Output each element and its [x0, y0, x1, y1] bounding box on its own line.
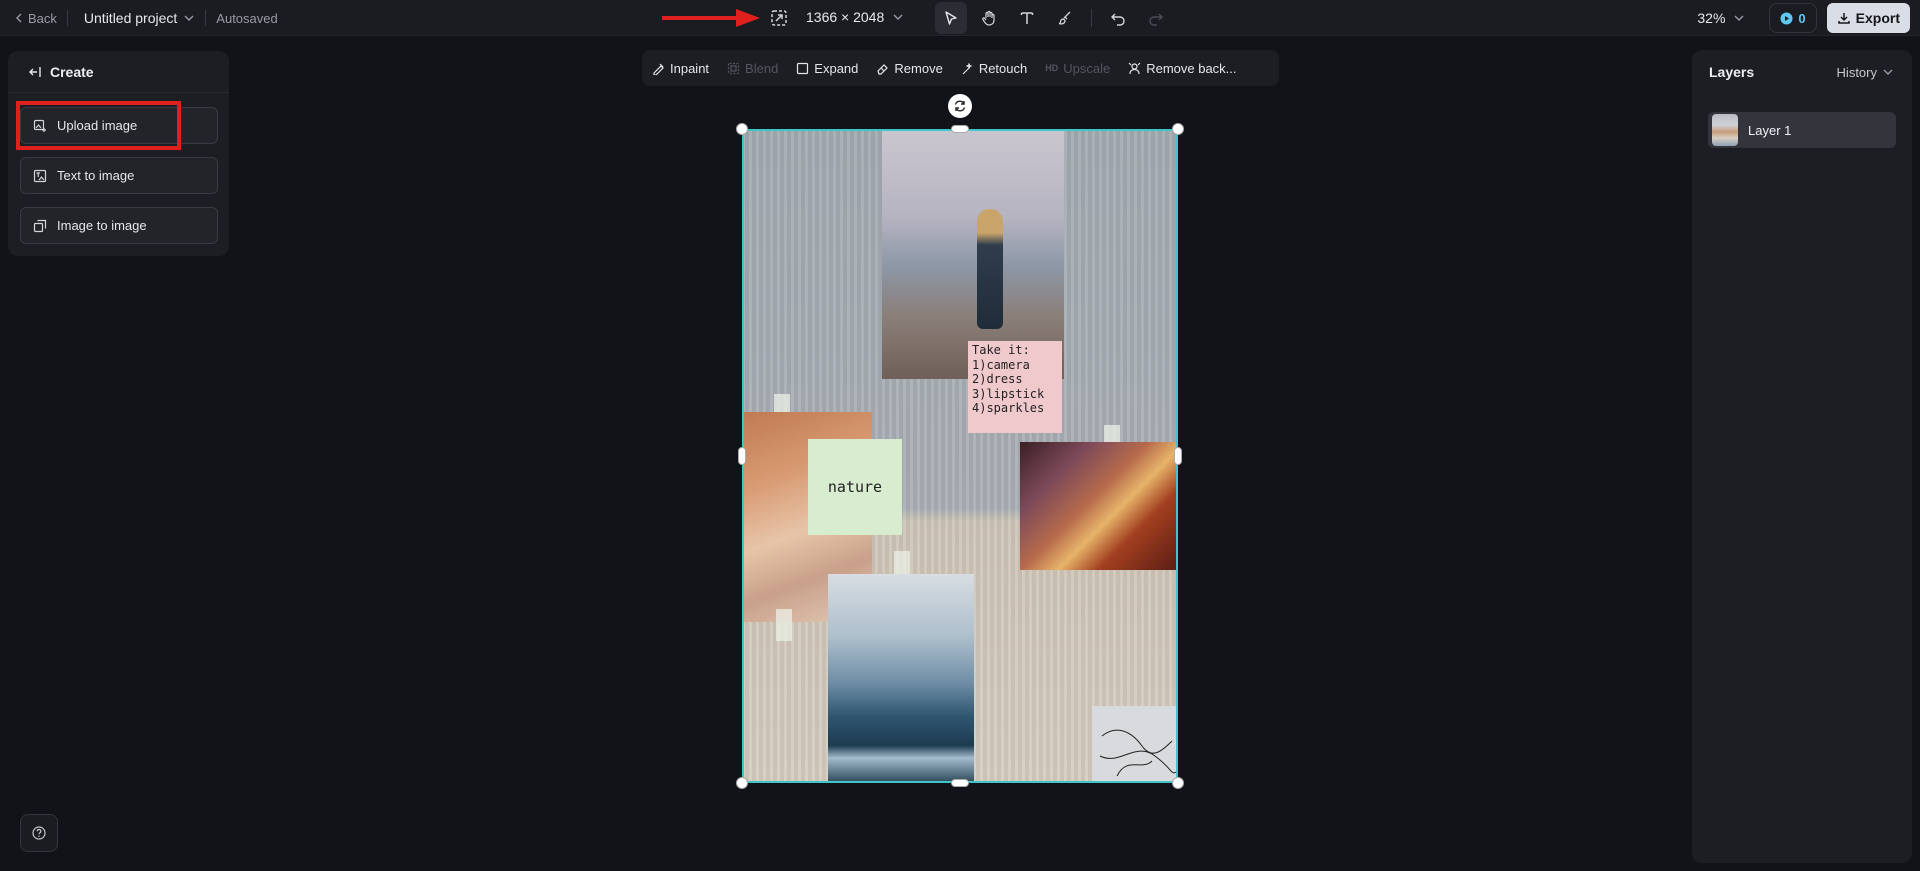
- select-tool[interactable]: [935, 2, 967, 34]
- expand-icon: [797, 62, 809, 74]
- export-button[interactable]: Export: [1826, 3, 1910, 33]
- redo-button[interactable]: [1140, 2, 1172, 34]
- red-highlight-annotation: [16, 101, 181, 150]
- layer-label: Layer 1: [1748, 122, 1792, 138]
- save-status: Autosaved: [216, 10, 278, 26]
- rotate-handle[interactable]: [948, 94, 972, 118]
- brush-tool[interactable]: [1049, 2, 1081, 34]
- rotate-icon: [954, 100, 966, 112]
- expand-label: Expand: [814, 60, 859, 76]
- remove-background-button[interactable]: Remove back...: [1128, 60, 1237, 76]
- hd-badge: HD: [1045, 63, 1059, 73]
- project-name: Untitled project: [83, 10, 178, 26]
- export-label: Export: [1855, 10, 1900, 26]
- image-to-image-button[interactable]: Image to image: [20, 207, 218, 244]
- history-dropdown[interactable]: History: [1837, 65, 1894, 80]
- blend-icon: [727, 62, 740, 74]
- undo-button[interactable]: [1102, 2, 1134, 34]
- remove-background-icon: [1128, 62, 1141, 74]
- edit-toolbar: Inpaint Blend Expand Remove Retouch HD U…: [642, 50, 1279, 86]
- zoom-level: 32%: [1697, 10, 1726, 26]
- collapse-panel-icon[interactable]: [28, 65, 42, 79]
- eraser-icon: [877, 63, 889, 75]
- layer-thumbnail: [1712, 114, 1738, 146]
- top-bar: Back Untitled project Autosaved 1366 × 2…: [0, 0, 1920, 36]
- tool-group: [935, 2, 1172, 34]
- credits-button[interactable]: 0: [1769, 3, 1817, 33]
- redo-icon: [1149, 13, 1163, 26]
- retouch-icon: [962, 62, 973, 74]
- brush-icon: [1058, 11, 1071, 25]
- canvas-size: 1366 × 2048: [806, 9, 885, 25]
- chevron-down-icon: [893, 14, 903, 20]
- blend-button[interactable]: Blend: [727, 61, 778, 76]
- cursor-icon: [945, 11, 957, 25]
- download-icon: [1837, 13, 1850, 24]
- remove-background-label: Remove back...: [1146, 60, 1237, 76]
- credits-count: 0: [1798, 10, 1806, 26]
- inpaint-label: Inpaint: [670, 60, 710, 76]
- chevron-down-icon: [184, 15, 194, 21]
- project-name-dropdown[interactable]: Untitled project: [84, 10, 195, 26]
- red-arrow-annotation: [662, 9, 760, 27]
- resize-handle-left[interactable]: [738, 447, 746, 465]
- resize-handle-top-left[interactable]: [736, 123, 748, 135]
- back-label: Back: [28, 10, 57, 26]
- resize-handle-bottom[interactable]: [951, 779, 969, 787]
- undo-icon: [1111, 13, 1125, 26]
- resize-handle-bottom-left[interactable]: [736, 777, 748, 789]
- selection-border: [742, 129, 1178, 783]
- canvas-size-dropdown[interactable]: 1366 × 2048: [806, 9, 904, 25]
- resize-handle-top[interactable]: [951, 125, 969, 133]
- chevron-down-icon: [1883, 69, 1893, 75]
- resize-handle-right[interactable]: [1174, 447, 1182, 465]
- image-to-image-label: Image to image: [57, 218, 147, 233]
- help-button[interactable]: [20, 814, 58, 852]
- zoom-dropdown[interactable]: 32%: [1697, 10, 1745, 26]
- image-to-image-icon: [33, 219, 47, 232]
- hand-tool[interactable]: [973, 2, 1005, 34]
- resize-handle-bottom-right[interactable]: [1172, 777, 1184, 789]
- remove-label: Remove: [894, 60, 943, 76]
- inpaint-icon: [653, 63, 664, 75]
- chevron-down-icon: [1734, 15, 1744, 21]
- hand-icon: [982, 10, 995, 26]
- text-to-image-button[interactable]: Text to image: [20, 157, 218, 194]
- canvas-resize-icon[interactable]: [770, 9, 788, 27]
- text-icon: [1020, 12, 1034, 24]
- layer-item[interactable]: Layer 1: [1708, 112, 1896, 148]
- history-label: History: [1836, 64, 1877, 80]
- text-to-image-label: Text to image: [57, 168, 135, 183]
- layers-panel: Layers History Layer 1: [1692, 50, 1912, 863]
- inpaint-button[interactable]: Inpaint: [652, 61, 709, 76]
- blend-label: Blend: [745, 60, 779, 76]
- resize-handle-top-right[interactable]: [1172, 123, 1184, 135]
- divider: [66, 10, 68, 26]
- expand-button[interactable]: Expand: [796, 61, 858, 76]
- credit-coin-icon: [1780, 12, 1793, 24]
- create-panel: Create Upload image Text to image Image …: [8, 51, 229, 256]
- back-button[interactable]: Back: [14, 11, 57, 26]
- text-to-image-icon: [33, 169, 47, 182]
- text-tool[interactable]: [1011, 2, 1043, 34]
- layers-title: Layers: [1709, 64, 1755, 80]
- divider: [205, 10, 207, 26]
- upscale-label: Upscale: [1063, 60, 1111, 76]
- create-panel-header[interactable]: Create: [8, 51, 229, 93]
- create-panel-title: Create: [50, 63, 94, 80]
- upscale-button[interactable]: HD Upscale: [1045, 61, 1110, 76]
- help-icon: [32, 826, 46, 840]
- remove-button[interactable]: Remove: [876, 60, 943, 76]
- divider: [1091, 9, 1092, 27]
- retouch-button[interactable]: Retouch: [961, 61, 1027, 76]
- chevron-left-icon: [16, 13, 22, 23]
- retouch-label: Retouch: [978, 60, 1028, 76]
- canvas-image[interactable]: Take it: 1)camera 2)dress 3)lipstick 4)s…: [736, 123, 1184, 789]
